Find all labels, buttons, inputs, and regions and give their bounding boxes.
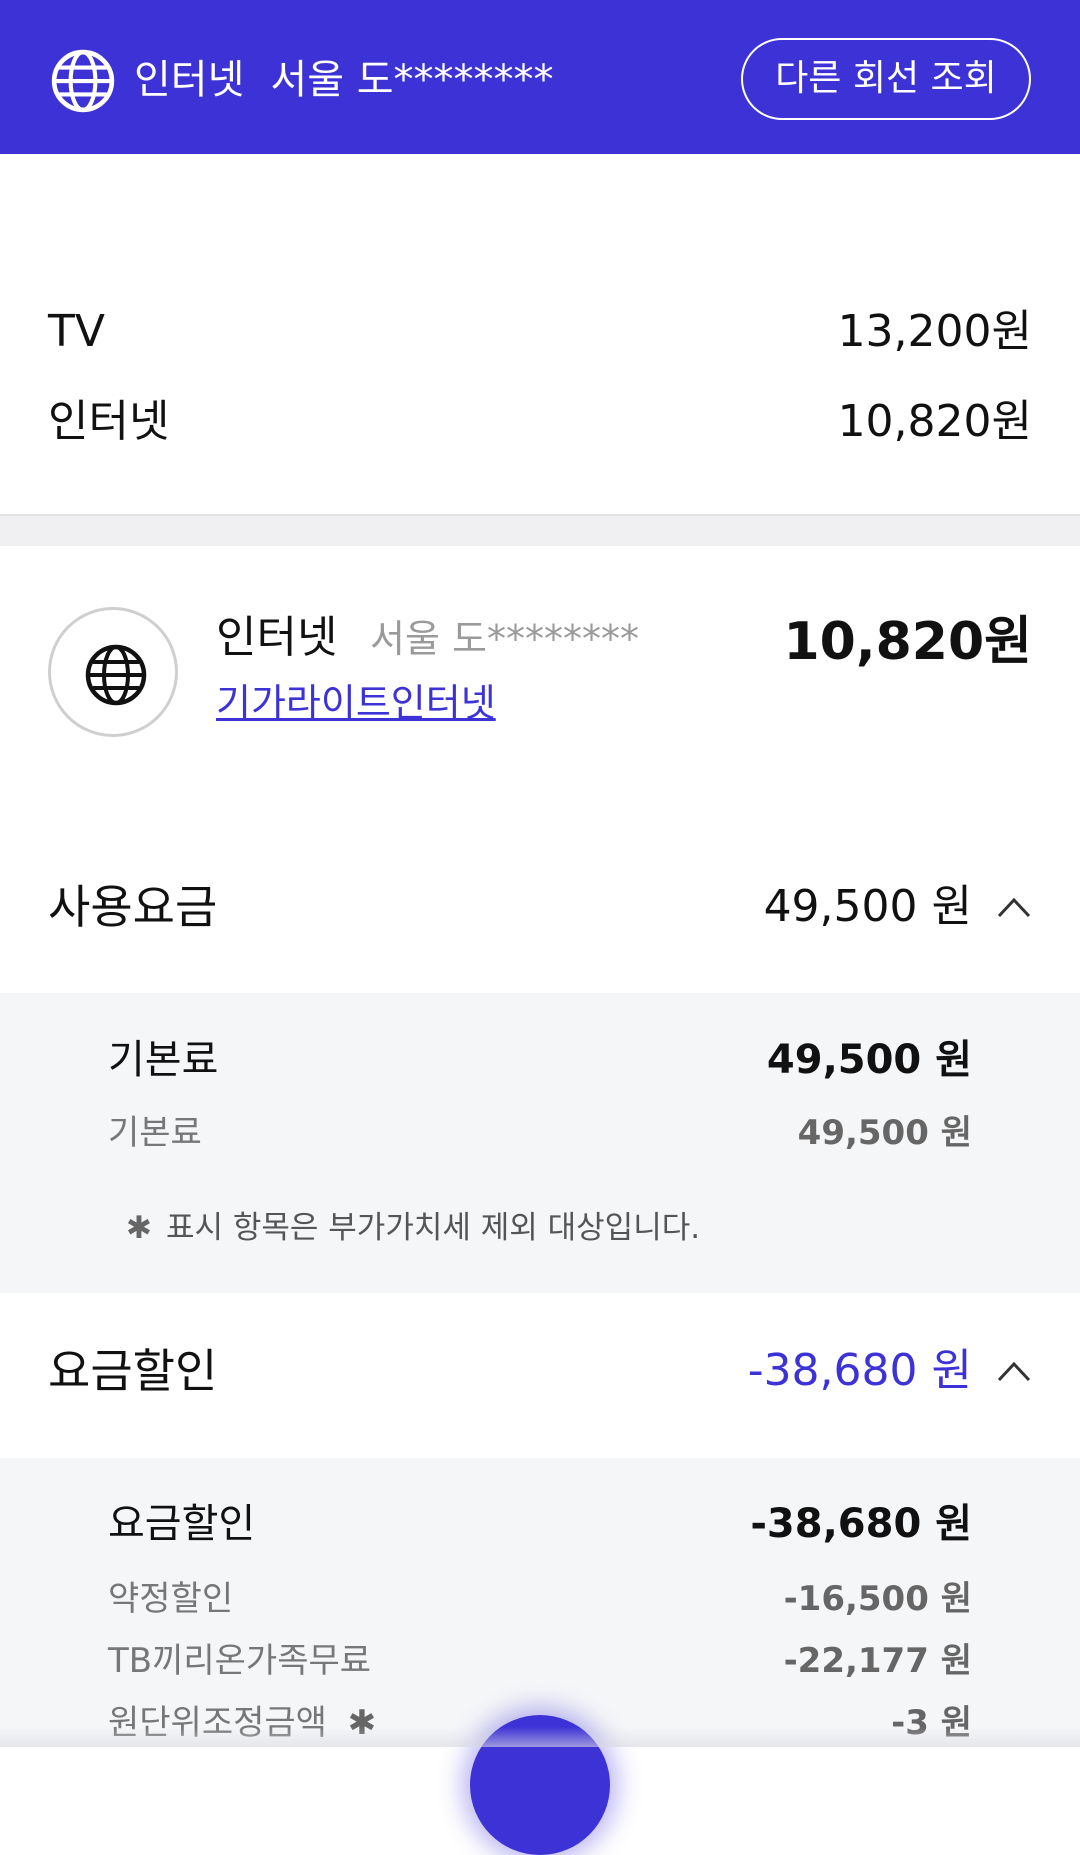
vat-note-text: 표시 항목은 부가가치세 제외 대상입니다. [165, 1210, 701, 1246]
summary-value: 10,820원 [837, 396, 1032, 447]
usage-subitem-row: 기본료 49,500 원 [108, 1108, 972, 1158]
summary-label: 인터넷 [48, 396, 170, 447]
header-title: 인터넷 서울 도******** [134, 52, 554, 108]
discount-section-header[interactable]: 요금할인 -38,680 원 [48, 1336, 1032, 1406]
line-service-name: 인터넷 [216, 612, 338, 663]
discount-title: 요금할인 [48, 1344, 218, 1398]
item-value: -38,680 원 [750, 1501, 972, 1547]
bottom-fade [0, 1727, 1080, 1747]
vat-note: ✱ 표시 항목은 부가가치세 제외 대상입니다. [126, 1206, 700, 1250]
chevron-up-icon[interactable] [996, 892, 1032, 922]
item-label: TB끼리온가족무료 [108, 1641, 372, 1681]
item-value: -16,500 원 [783, 1579, 972, 1619]
usage-amount: 49,500 원 [763, 881, 972, 932]
line-amount: 10,820원 [783, 612, 1032, 672]
item-label: 요금할인 [108, 1501, 256, 1547]
chevron-up-icon[interactable] [996, 1356, 1032, 1386]
discount-subitem-row: 약정할인 -16,500 원 [108, 1574, 972, 1624]
item-value: 49,500 원 [766, 1037, 972, 1083]
item-value: 49,500 원 [797, 1113, 972, 1153]
item-label: 기본료 [108, 1037, 219, 1083]
discount-item-row: 요금할인 -38,680 원 [108, 1496, 972, 1552]
globe-icon [51, 49, 115, 113]
top-header: 인터넷 서울 도******** 다른 회선 조회 [0, 0, 1080, 154]
line-address: 서울 도******** [370, 617, 639, 661]
section-divider [0, 514, 1080, 548]
service-icon [48, 607, 178, 737]
summary-row-tv: TV 13,200원 [48, 302, 1032, 362]
item-label: 약정할인 [108, 1579, 234, 1619]
usage-item-row: 기본료 49,500 원 [108, 1032, 972, 1088]
discount-subitem-row: TB끼리온가족무료 -22,177 원 [108, 1636, 972, 1686]
summary-row-internet: 인터넷 10,820원 [48, 392, 1032, 452]
header-service: 인터넷 [134, 57, 245, 103]
other-line-button[interactable]: 다른 회선 조회 [741, 38, 1031, 120]
summary-label: TV [48, 306, 105, 357]
plan-link[interactable]: 기가라이트인터넷 [216, 678, 496, 728]
item-value: -22,177 원 [783, 1641, 972, 1681]
globe-icon [85, 644, 147, 706]
usage-section-header[interactable]: 사용요금 49,500 원 [48, 872, 1032, 942]
header-address: 서울 도******** [270, 57, 554, 103]
discount-amount: -38,680 원 [747, 1345, 972, 1396]
item-label: 기본료 [108, 1113, 202, 1153]
usage-title: 사용요금 [48, 880, 218, 934]
summary-value: 13,200원 [837, 306, 1032, 357]
asterisk-icon: ✱ [126, 1210, 152, 1246]
